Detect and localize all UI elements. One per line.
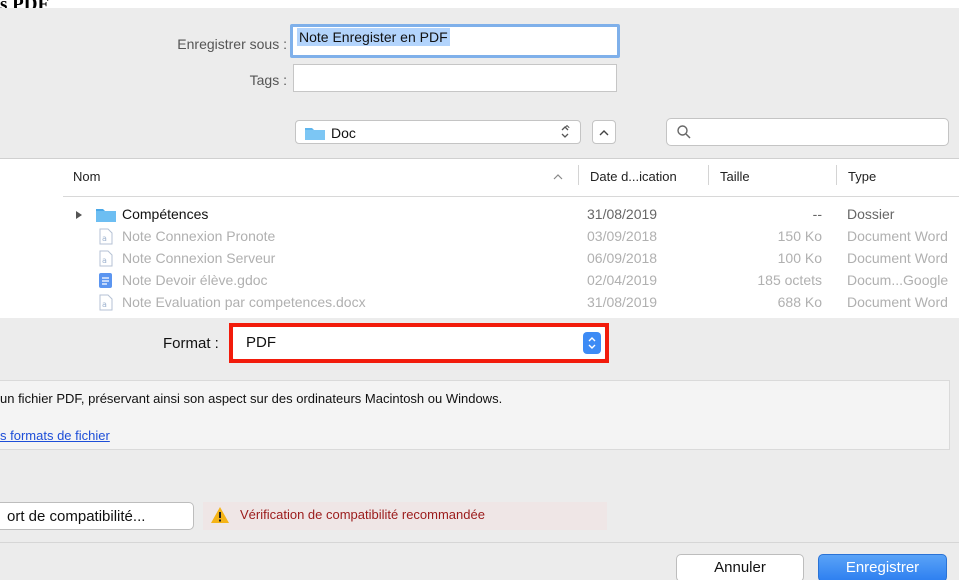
column-separator xyxy=(578,165,579,185)
updown-arrows-icon xyxy=(561,126,569,138)
search-input[interactable] xyxy=(666,118,949,146)
header-divider xyxy=(63,196,959,197)
file-date: 03/09/2018 xyxy=(587,228,658,244)
format-description: un fichier PDF, préservant ainsi son asp… xyxy=(0,391,503,406)
file-name: Note Connexion Pronote xyxy=(122,228,276,244)
column-header-type[interactable]: Type xyxy=(848,169,876,184)
column-header-size[interactable]: Taille xyxy=(720,169,750,184)
compatibility-warning-text: Vérification de compatibilité recommandé… xyxy=(240,507,485,522)
disclosure-triangle-icon xyxy=(76,211,82,219)
file-type: Document Word xyxy=(847,228,948,244)
file-date: 31/08/2019 xyxy=(587,206,658,222)
file-size: 185 octets xyxy=(757,272,822,288)
collapse-button[interactable] xyxy=(592,120,616,144)
file-size: 150 Ko xyxy=(777,228,822,244)
word-doc-icon: a xyxy=(99,228,113,245)
svg-text:a: a xyxy=(102,256,107,265)
search-icon xyxy=(677,125,691,139)
folder-icon xyxy=(305,128,325,140)
file-name: Compétences xyxy=(122,206,209,222)
format-popup[interactable]: PDF xyxy=(233,327,605,359)
cancel-button[interactable]: Annuler xyxy=(676,554,804,580)
location-folder-name: Doc xyxy=(331,125,356,141)
format-value: PDF xyxy=(246,334,276,351)
column-separator xyxy=(708,165,709,185)
compatibility-report-button[interactable]: ort de compatibilité... xyxy=(0,502,194,530)
compatibility-warning: Vérification de compatibilité recommandé… xyxy=(203,502,607,530)
file-type: Docum...Google xyxy=(847,272,949,288)
save-as-value: Note Enregister en PDF xyxy=(297,28,450,46)
sort-chevron-icon xyxy=(553,174,563,180)
folder-icon xyxy=(96,209,116,222)
updown-arrows-icon xyxy=(583,332,601,354)
table-row: a Note Connexion Serveur 06/09/2018 100 … xyxy=(63,247,959,269)
save-as-field[interactable]: Note Enregister en PDF xyxy=(290,24,620,58)
column-separator xyxy=(836,165,837,185)
file-size: 100 Ko xyxy=(777,250,822,266)
save-button[interactable]: Enregistrer xyxy=(818,554,947,580)
location-popup[interactable]: Doc ⌃ xyxy=(295,120,581,144)
file-date: 06/09/2018 xyxy=(587,250,658,266)
file-date: 02/04/2019 xyxy=(587,272,658,288)
tags-label: Tags : xyxy=(249,72,287,88)
word-doc-icon: a xyxy=(99,250,113,267)
table-row[interactable]: Compétences 31/08/2019 -- Dossier xyxy=(63,203,959,225)
save-as-label: Enregistrer sous : xyxy=(177,36,287,52)
file-type: Dossier xyxy=(847,206,895,222)
tags-field[interactable] xyxy=(293,64,617,92)
save-dialog: Enregistrer sous : Note Enregister en PD… xyxy=(0,8,959,580)
table-row: a Note Connexion Pronote 03/09/2018 150 … xyxy=(63,225,959,247)
format-label: Format : xyxy=(163,335,219,352)
file-size: -- xyxy=(812,206,822,222)
file-formats-link[interactable]: s formats de fichier xyxy=(0,428,110,443)
footer-divider xyxy=(0,542,959,543)
warning-icon xyxy=(211,507,229,523)
file-type: Document Word xyxy=(847,294,948,310)
column-header-date[interactable]: Date d...ication xyxy=(590,169,677,184)
file-name: Note Devoir élève.gdoc xyxy=(122,272,268,288)
file-size: 688 Ko xyxy=(777,294,822,310)
gdoc-icon xyxy=(99,273,112,288)
table-row: Note Devoir élève.gdoc 02/04/2019 185 oc… xyxy=(63,269,959,291)
file-name: Note Connexion Serveur xyxy=(122,250,276,266)
file-list: Nom Date d...ication Taille Type Compéte… xyxy=(0,158,959,318)
file-type: Document Word xyxy=(847,250,948,266)
chevron-up-icon xyxy=(599,130,609,136)
svg-text:a: a xyxy=(102,300,107,309)
table-row: a Note Evaluation par competences.docx 3… xyxy=(63,291,959,313)
word-doc-icon: a xyxy=(99,294,113,311)
file-name: Note Evaluation par competences.docx xyxy=(122,294,366,310)
svg-text:a: a xyxy=(102,234,107,243)
column-header-name[interactable]: Nom xyxy=(73,169,100,184)
file-date: 31/08/2019 xyxy=(587,294,658,310)
